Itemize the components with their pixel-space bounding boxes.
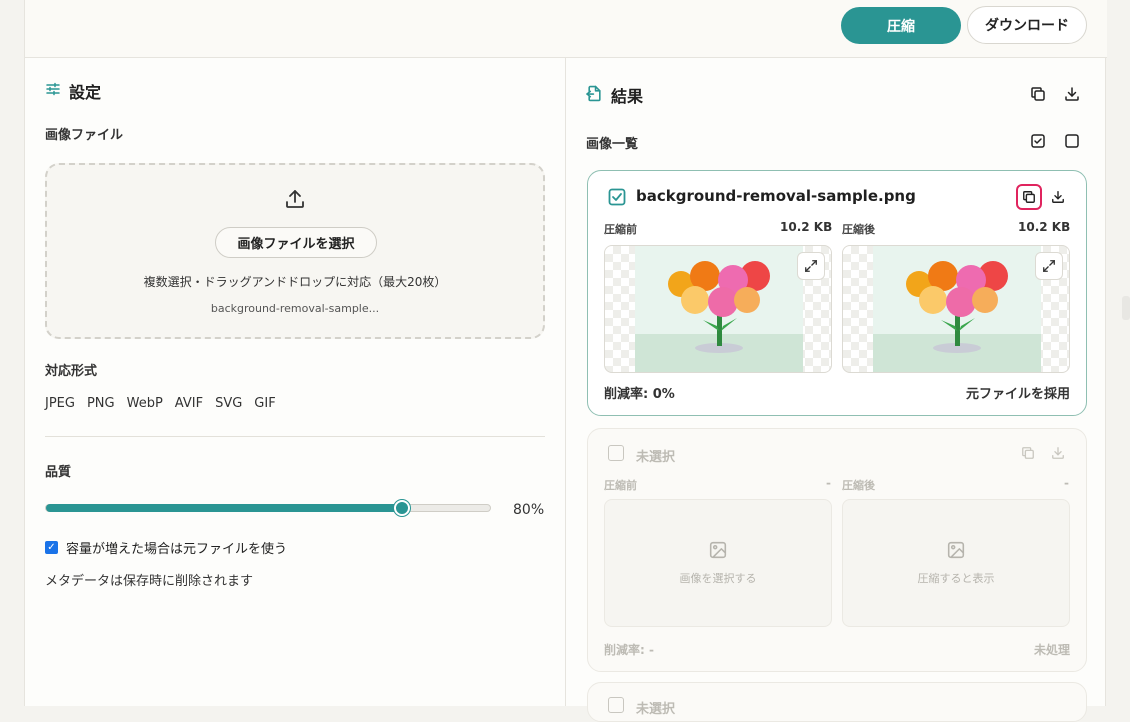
image-file-label: 画像ファイル — [45, 128, 124, 143]
after-size: - — [1064, 476, 1069, 490]
file-dropzone[interactable]: 画像ファイルを選択 複数選択・ドラッグアンドドロップに対応（最大20枚） bac… — [45, 163, 545, 339]
unselected-label: 未選択 — [636, 450, 676, 465]
before-size: - — [826, 476, 831, 490]
app-window: 圧縮 ダウンロード 設定 画像ファイル 画像ファイルを選択 複数選択・ドラッグア… — [24, 0, 1107, 722]
download-icon[interactable] — [1046, 441, 1070, 465]
before-label: 圧縮前 — [604, 479, 637, 492]
settings-header: 設定 — [45, 79, 101, 103]
copy-icon[interactable] — [1016, 184, 1042, 210]
formats-list: JPEG PNG WebP AVIF SVG GIF — [45, 396, 276, 411]
reduction-rate: 削減率: - — [604, 643, 654, 657]
quality-value: 80% — [513, 502, 545, 518]
format-item: WebP — [126, 396, 163, 411]
divider — [45, 436, 545, 437]
sliders-icon — [45, 81, 61, 101]
after-size: 10.2 KB — [1018, 220, 1071, 234]
settings-title: 設定 — [69, 83, 102, 102]
after-placeholder-text: 圧縮すると表示 — [917, 571, 995, 585]
copy-icon[interactable] — [1016, 441, 1040, 465]
checkbox-checked-icon[interactable]: ✓ — [45, 541, 58, 554]
download-icon[interactable] — [1046, 185, 1070, 209]
result-status: 未処理 — [1033, 643, 1070, 657]
expand-icon[interactable] — [1035, 252, 1063, 280]
result-card-empty[interactable]: 未選択 圧縮前 - 圧縮後 - 画像を選択する 圧縮すると表示 削減率: - 未… — [587, 428, 1087, 672]
image-list-label: 画像一覧 — [586, 137, 639, 152]
results-panel: 結果 画像一覧 background-removal-sample.png 圧縮… — [566, 58, 1107, 722]
fallback-option[interactable]: ✓ 容量が増えた場合は元ファイルを使う — [45, 538, 287, 557]
results-title: 結果 — [611, 87, 644, 106]
quality-slider-thumb[interactable] — [394, 500, 410, 516]
formats-label: 対応形式 — [45, 364, 98, 379]
fallback-label: 容量が増えた場合は元ファイルを使う — [66, 542, 288, 557]
before-label: 圧縮前 — [604, 223, 637, 236]
settings-panel: 設定 画像ファイル 画像ファイルを選択 複数選択・ドラッグアンドドロップに対応（… — [25, 58, 566, 706]
reduction-rate: 削減率: 0% — [604, 387, 675, 402]
before-size: 10.2 KB — [780, 220, 833, 234]
format-item: GIF — [254, 396, 276, 411]
download-button[interactable]: ダウンロード — [967, 6, 1087, 44]
results-header: 結果 — [586, 83, 643, 107]
result-filename: background-removal-sample.png — [636, 187, 916, 205]
image-icon — [709, 541, 727, 562]
metadata-note: メタデータは保存時に削除されます — [45, 574, 254, 589]
file-export-icon — [586, 85, 603, 106]
download-all-icon[interactable] — [1060, 82, 1084, 106]
drop-hint: 複数選択・ドラッグアンドドロップに対応（最大20枚） — [143, 275, 447, 289]
scrollbar[interactable] — [1122, 296, 1130, 320]
format-item: JPEG — [45, 396, 75, 411]
after-preview-image[interactable] — [842, 245, 1070, 373]
select-all-icon[interactable] — [1026, 129, 1050, 153]
compress-button[interactable]: 圧縮 — [841, 7, 961, 44]
upload-icon — [283, 187, 307, 215]
deselect-all-icon[interactable] — [1060, 129, 1084, 153]
quality-slider-fill — [46, 504, 402, 512]
after-label: 圧縮後 — [842, 479, 875, 492]
result-status: 元ファイルを採用 — [965, 387, 1070, 402]
checkbox-empty-icon[interactable] — [608, 697, 624, 713]
selected-file-name: background-removal-sample... — [210, 302, 380, 315]
unselected-label: 未選択 — [636, 702, 676, 717]
after-placeholder: 圧縮すると表示 — [842, 499, 1070, 627]
expand-icon[interactable] — [797, 252, 825, 280]
quality-label: 品質 — [45, 465, 72, 480]
before-placeholder-text: 画像を選択する — [679, 571, 757, 585]
checkbox-checked-icon[interactable] — [608, 188, 626, 210]
format-item: PNG — [86, 396, 115, 411]
top-toolbar: 圧縮 ダウンロード — [25, 0, 1107, 58]
select-image-button[interactable]: 画像ファイルを選択 — [215, 227, 377, 258]
format-item: SVG — [215, 396, 243, 411]
before-preview-image[interactable] — [604, 245, 832, 373]
format-item: AVIF — [174, 396, 204, 411]
quality-slider[interactable] — [45, 500, 491, 516]
copy-all-icon[interactable] — [1026, 82, 1050, 106]
before-placeholder: 画像を選択する — [604, 499, 832, 627]
after-label: 圧縮後 — [842, 223, 875, 236]
result-card[interactable]: background-removal-sample.png 圧縮前 10.2 K… — [587, 170, 1087, 416]
checkbox-empty-icon[interactable] — [608, 445, 624, 461]
image-icon — [947, 541, 965, 562]
result-card-empty[interactable]: 未選択 — [587, 682, 1087, 722]
